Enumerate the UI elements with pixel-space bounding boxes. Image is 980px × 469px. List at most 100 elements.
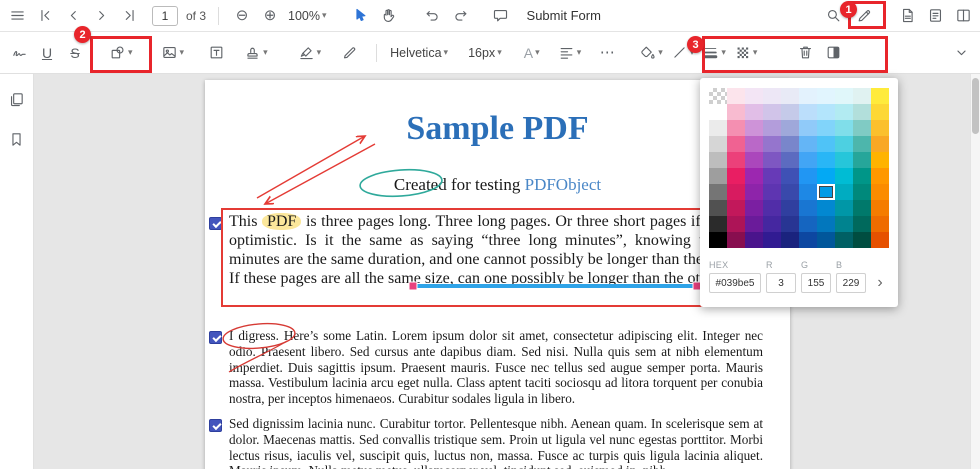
- text-color-dropdown[interactable]: A ▾: [519, 40, 545, 66]
- color-swatch[interactable]: [817, 152, 835, 168]
- view-controls-button[interactable]: [950, 3, 976, 29]
- color-swatch[interactable]: [745, 104, 763, 120]
- blue-input[interactable]: [836, 273, 866, 293]
- color-swatch[interactable]: [817, 168, 835, 184]
- notes-panel-button[interactable]: [894, 3, 920, 29]
- color-swatch[interactable]: [853, 184, 871, 200]
- undo-button[interactable]: [420, 3, 446, 29]
- selection-handle[interactable]: [409, 282, 417, 290]
- opacity-dropdown[interactable]: ▾: [731, 40, 761, 66]
- color-swatch[interactable]: [727, 88, 745, 104]
- color-swatch[interactable]: [709, 200, 727, 216]
- color-swatch[interactable]: [727, 232, 745, 248]
- hex-input[interactable]: [709, 273, 761, 293]
- color-swatch[interactable]: [853, 200, 871, 216]
- color-swatch[interactable]: [835, 184, 853, 200]
- color-swatch[interactable]: [745, 200, 763, 216]
- color-swatch[interactable]: [781, 232, 799, 248]
- color-swatch[interactable]: [835, 88, 853, 104]
- zoom-out-button[interactable]: ⊖: [229, 3, 255, 29]
- color-swatch[interactable]: [799, 136, 817, 152]
- color-swatch[interactable]: [727, 120, 745, 136]
- color-swatch[interactable]: [799, 200, 817, 216]
- underline-tool-button[interactable]: U: [34, 40, 60, 66]
- font-size-dropdown[interactable]: 16px ▾: [465, 40, 505, 66]
- zoom-level-dropdown[interactable]: 100% ▾: [285, 3, 330, 29]
- color-swatch[interactable]: [745, 120, 763, 136]
- red-input[interactable]: [766, 273, 796, 293]
- color-swatch[interactable]: [763, 120, 781, 136]
- color-swatch[interactable]: [745, 88, 763, 104]
- freehand-pen-button[interactable]: [336, 40, 362, 66]
- color-swatch[interactable]: [781, 200, 799, 216]
- redo-button[interactable]: [448, 3, 474, 29]
- shape-tool-dropdown[interactable]: ▾: [106, 40, 136, 66]
- color-swatch[interactable]: [709, 232, 727, 248]
- color-swatch[interactable]: [835, 168, 853, 184]
- select-tool-button[interactable]: [348, 3, 374, 29]
- color-swatch[interactable]: [709, 88, 727, 104]
- first-page-button[interactable]: [32, 3, 58, 29]
- text-align-dropdown[interactable]: ▾: [555, 40, 585, 66]
- color-swatch[interactable]: [781, 184, 799, 200]
- color-swatch[interactable]: [799, 104, 817, 120]
- color-swatch[interactable]: [745, 168, 763, 184]
- outline-panel-button[interactable]: [922, 3, 948, 29]
- font-family-dropdown[interactable]: Helvetica ▾: [387, 40, 451, 66]
- signature-tool-button[interactable]: [6, 40, 32, 66]
- color-swatch[interactable]: [727, 136, 745, 152]
- color-swatch[interactable]: [871, 216, 889, 232]
- highlight-tool-dropdown[interactable]: ▾: [295, 40, 325, 66]
- color-swatch[interactable]: [745, 216, 763, 232]
- color-swatch[interactable]: [763, 200, 781, 216]
- color-swatch[interactable]: [781, 152, 799, 168]
- color-swatch[interactable]: [799, 232, 817, 248]
- next-page-button[interactable]: [88, 3, 114, 29]
- color-swatch[interactable]: [871, 200, 889, 216]
- color-swatch[interactable]: [871, 152, 889, 168]
- color-swatch[interactable]: [745, 184, 763, 200]
- color-swatch[interactable]: [763, 104, 781, 120]
- color-swatch[interactable]: [781, 168, 799, 184]
- color-swatch[interactable]: [853, 120, 871, 136]
- color-swatch[interactable]: [763, 184, 781, 200]
- pan-tool-button[interactable]: [376, 3, 402, 29]
- scrollbar-thumb[interactable]: [972, 78, 979, 134]
- color-swatch[interactable]: [799, 88, 817, 104]
- color-swatch[interactable]: [871, 168, 889, 184]
- color-swatch[interactable]: [817, 120, 835, 136]
- color-swatch[interactable]: [799, 168, 817, 184]
- color-swatch[interactable]: [817, 136, 835, 152]
- color-swatch[interactable]: [709, 216, 727, 232]
- color-swatch[interactable]: [709, 152, 727, 168]
- color-swatch[interactable]: [799, 152, 817, 168]
- color-swatch[interactable]: [871, 120, 889, 136]
- thumbnails-panel-button[interactable]: [4, 86, 30, 112]
- color-swatch[interactable]: [763, 232, 781, 248]
- color-swatch[interactable]: [853, 168, 871, 184]
- arrow-annotation[interactable]: [265, 144, 375, 204]
- color-swatch[interactable]: [799, 120, 817, 136]
- color-swatch[interactable]: [709, 120, 727, 136]
- green-input[interactable]: [801, 273, 831, 293]
- delete-annotation-button[interactable]: [792, 40, 818, 66]
- form-checkbox[interactable]: [209, 419, 222, 432]
- color-swatch[interactable]: [745, 136, 763, 152]
- color-format-next-button[interactable]: ›: [871, 273, 889, 293]
- color-swatch[interactable]: [781, 120, 799, 136]
- color-swatch[interactable]: [727, 168, 745, 184]
- color-swatch[interactable]: [835, 104, 853, 120]
- color-swatch[interactable]: [853, 216, 871, 232]
- color-swatch[interactable]: [817, 88, 835, 104]
- color-swatch[interactable]: [817, 216, 835, 232]
- form-checkbox[interactable]: [209, 217, 222, 230]
- color-swatch[interactable]: [871, 104, 889, 120]
- color-swatch[interactable]: [727, 200, 745, 216]
- free-text-tool-button[interactable]: [203, 40, 229, 66]
- color-swatch[interactable]: [799, 216, 817, 232]
- strikethrough-tool-button[interactable]: S: [62, 40, 88, 66]
- color-swatch[interactable]: [853, 88, 871, 104]
- more-options-button[interactable]: ⋯: [594, 40, 620, 66]
- contrast-mode-button[interactable]: [820, 40, 846, 66]
- fill-color-dropdown[interactable]: ▾: [636, 40, 666, 66]
